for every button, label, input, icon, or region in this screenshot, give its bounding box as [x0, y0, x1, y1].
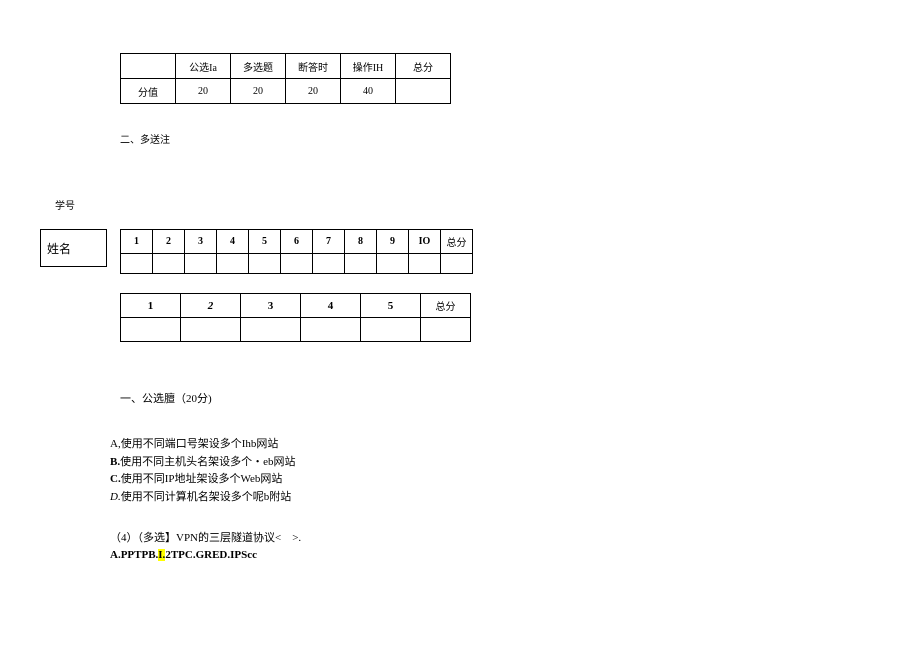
score-hdr-3: 断答时: [286, 54, 341, 79]
ans1-c9: [377, 254, 409, 274]
option-d-text: 使用不同计算机名架设多个呢b附站: [121, 491, 292, 503]
ans1-h5: 5: [249, 230, 281, 254]
question-4: （4）（多选】VPN的三层隧道协议< >. A.PPTPB.I.2TPC.GRE…: [110, 530, 301, 563]
score-hdr-4: 操作IH: [341, 54, 396, 79]
ans2-h3: 3: [241, 294, 301, 318]
option-a: A,使用不同端口号架设多个Ihb网站: [110, 436, 295, 453]
ans2-h1: 1: [121, 294, 181, 318]
ans1-c4: [217, 254, 249, 274]
ans1-h3: 3: [185, 230, 217, 254]
ans1-h6: 6: [281, 230, 313, 254]
ans1-c1: [121, 254, 153, 274]
score-val-2: 20: [231, 79, 286, 104]
ans1-c2: [153, 254, 185, 274]
ans2-h2: 2: [181, 294, 241, 318]
score-val-4: 40: [341, 79, 396, 104]
option-b-text: 使用不同主机头名架设多个・eb网站: [120, 456, 295, 468]
option-b-prefix: B.: [110, 456, 120, 468]
ans1-c10: [409, 254, 441, 274]
ans1-c3: [185, 254, 217, 274]
ans1-h10: IO: [409, 230, 441, 254]
ans1-h9: 9: [377, 230, 409, 254]
option-d-prefix: D.: [110, 491, 121, 503]
q4-line1: （4）（多选】VPN的三层隧道协议< >.: [110, 530, 301, 547]
ans2-total: 总分: [421, 294, 471, 318]
ans2-c3: [241, 318, 301, 342]
score-hdr-2: 多选题: [231, 54, 286, 79]
ans2-c5: [361, 318, 421, 342]
ans1-h1: 1: [121, 230, 153, 254]
score-val-total: [396, 79, 451, 104]
score-summary-table: 公选Ia 多选题 断答时 操作IH 总分 分值 20 20 20 40: [120, 53, 451, 104]
ans1-total: 总分: [441, 230, 473, 254]
q4-line2: A.PPTPB.I.2TPC.GRED.IPScc: [110, 547, 301, 564]
ans2-h5: 5: [361, 294, 421, 318]
ans1-c5: [249, 254, 281, 274]
answer-table-1: 1 2 3 4 5 6 7 8 9 IO 总分: [120, 229, 473, 274]
student-id-label: 学号: [55, 197, 75, 212]
score-hdr-blank: [121, 54, 176, 79]
answer-table-2: 1 2 3 4 5 总分: [120, 293, 471, 342]
ans2-c4: [301, 318, 361, 342]
name-box: 姓名: [40, 229, 107, 267]
score-val-1: 20: [176, 79, 231, 104]
score-row-label: 分值: [121, 79, 176, 104]
score-hdr-total: 总分: [396, 54, 451, 79]
score-hdr-1: 公选Ia: [176, 54, 231, 79]
ans1-c7: [313, 254, 345, 274]
ans2-c1: [121, 318, 181, 342]
section-2-label: 二、多送注: [120, 131, 170, 146]
score-val-3: 20: [286, 79, 341, 104]
option-c-prefix: C.: [110, 473, 121, 485]
ans1-h2: 2: [153, 230, 185, 254]
q4-line2-a: A.PPTPB.: [110, 549, 158, 561]
section-1-heading: 一、公选膻（20分): [120, 390, 212, 406]
options-block: A,使用不同端口号架设多个Ihb网站 B.使用不同主机头名架设多个・eb网站 C…: [110, 436, 295, 506]
option-b: B.使用不同主机头名架设多个・eb网站: [110, 454, 295, 471]
ans1-ctotal: [441, 254, 473, 274]
ans1-h4: 4: [217, 230, 249, 254]
ans1-h7: 7: [313, 230, 345, 254]
option-c: C.使用不同IP地址架设多个Web网站: [110, 471, 295, 488]
ans1-h8: 8: [345, 230, 377, 254]
q4-line2-b: 2TPC.GRED.IPScc: [165, 549, 257, 561]
name-label: 姓名: [47, 240, 71, 257]
ans2-c2: [181, 318, 241, 342]
ans2-ctotal: [421, 318, 471, 342]
option-c-text: 使用不同IP地址架设多个Web网站: [121, 473, 283, 485]
ans1-c8: [345, 254, 377, 274]
ans2-h4: 4: [301, 294, 361, 318]
option-d: D.使用不同计算机名架设多个呢b附站: [110, 489, 295, 506]
ans1-c6: [281, 254, 313, 274]
